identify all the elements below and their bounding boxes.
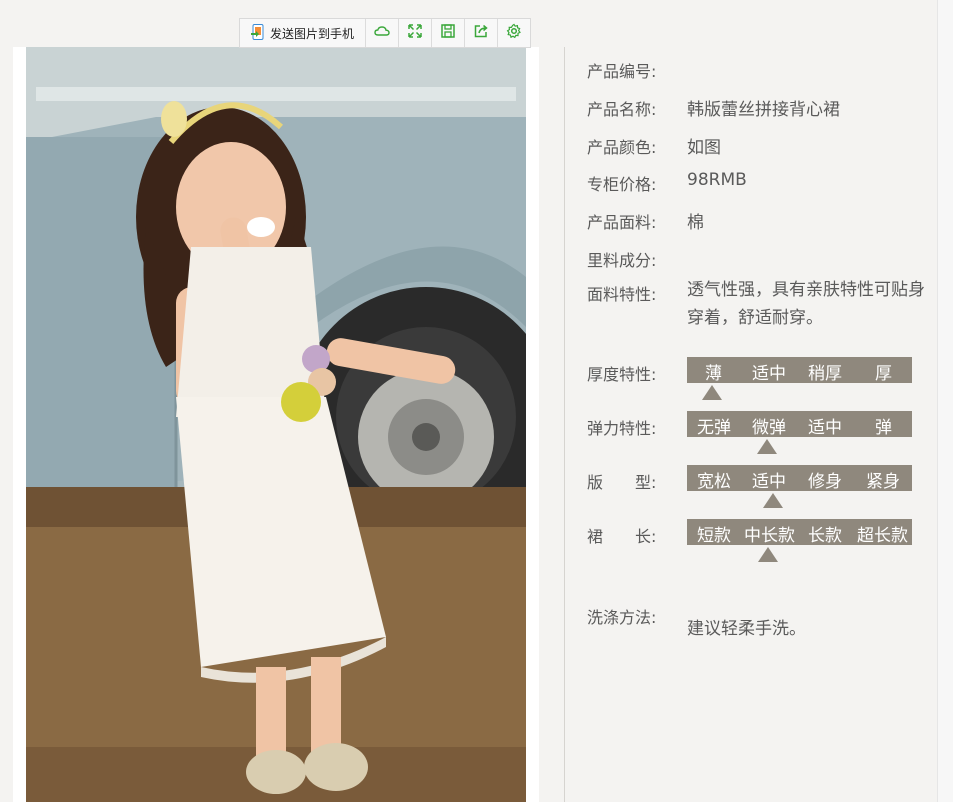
column-divider <box>564 47 565 802</box>
fit-label: 版 型: <box>587 473 657 492</box>
settings-button[interactable] <box>498 19 530 47</box>
elasticity-selected-marker <box>757 439 777 454</box>
elasticity-label: 弹力特性: <box>587 419 657 438</box>
washing-label: 洗涤方法: <box>587 608 657 627</box>
cloud-button[interactable] <box>366 19 399 47</box>
fullscreen-button[interactable] <box>399 19 432 47</box>
elasticity-scale-bar: 无弹 微弹 适中 弹 <box>687 411 912 438</box>
fit-option: 紧身 <box>866 472 900 492</box>
settings-icon <box>506 23 522 43</box>
skirt-length-option: 中长款 <box>744 526 795 546</box>
product-color-label: 产品颜色: <box>587 138 657 157</box>
phone-send-icon <box>250 23 266 43</box>
thickness-selected-marker <box>702 385 722 400</box>
thickness-scale-bar: 薄 适中 稍厚 厚 <box>687 357 912 384</box>
page-scrollbar-track[interactable] <box>937 0 953 802</box>
product-name-value: 韩版蕾丝拼接背心裙 <box>687 100 840 120</box>
save-button[interactable] <box>432 19 465 47</box>
elasticity-option: 微弹 <box>752 418 786 438</box>
send-to-phone-button[interactable]: 发送图片到手机 <box>240 19 366 47</box>
product-name-label: 产品名称: <box>587 100 657 119</box>
send-to-phone-label: 发送图片到手机 <box>269 26 354 41</box>
washing-value: 建议轻柔手洗。 <box>687 619 806 639</box>
skirt-length-scale-bar: 短款 中长款 长款 超长款 <box>687 519 912 546</box>
product-photo <box>26 47 526 802</box>
skirt-length-label: 裙 长: <box>587 527 657 546</box>
fabric-feature-label: 面料特性: <box>587 285 657 304</box>
thickness-option: 稍厚 <box>808 364 842 384</box>
thickness-label: 厚度特性: <box>587 365 657 384</box>
elasticity-option: 弹 <box>875 418 892 438</box>
thickness-option: 薄 <box>705 364 722 384</box>
share-button[interactable] <box>465 19 498 47</box>
thickness-option: 厚 <box>875 364 892 384</box>
image-toolbar: 发送图片到手机 <box>239 18 531 48</box>
skirt-length-option: 超长款 <box>857 526 908 546</box>
skirt-length-option: 长款 <box>808 526 842 546</box>
fabric-feature-value: 透气性强，具有亲肤特性可贴身穿着，舒适耐穿。 <box>687 280 925 328</box>
fit-option: 修身 <box>808 472 842 492</box>
fit-selected-marker <box>763 493 783 508</box>
fit-scale-bar: 宽松 适中 修身 紧身 <box>687 465 912 492</box>
elasticity-option: 适中 <box>808 418 842 438</box>
product-fabric-label: 产品面料: <box>587 213 657 232</box>
save-icon <box>440 23 456 43</box>
thickness-option: 适中 <box>752 364 786 384</box>
product-price-label: 专柜价格: <box>587 175 657 194</box>
product-color-value: 如图 <box>687 138 721 158</box>
cloud-icon <box>374 23 390 43</box>
product-fabric-value: 棉 <box>687 213 704 233</box>
product-code-label: 产品编号: <box>587 62 657 81</box>
fit-option: 宽松 <box>697 472 731 492</box>
skirt-length-selected-marker <box>758 547 778 562</box>
fullscreen-icon <box>407 23 423 43</box>
elasticity-option: 无弹 <box>697 418 731 438</box>
lining-label: 里料成分: <box>587 251 657 270</box>
share-icon <box>473 23 489 43</box>
fit-option: 适中 <box>752 472 786 492</box>
product-price-value: 98RMB <box>687 170 747 190</box>
skirt-length-option: 短款 <box>697 526 731 546</box>
